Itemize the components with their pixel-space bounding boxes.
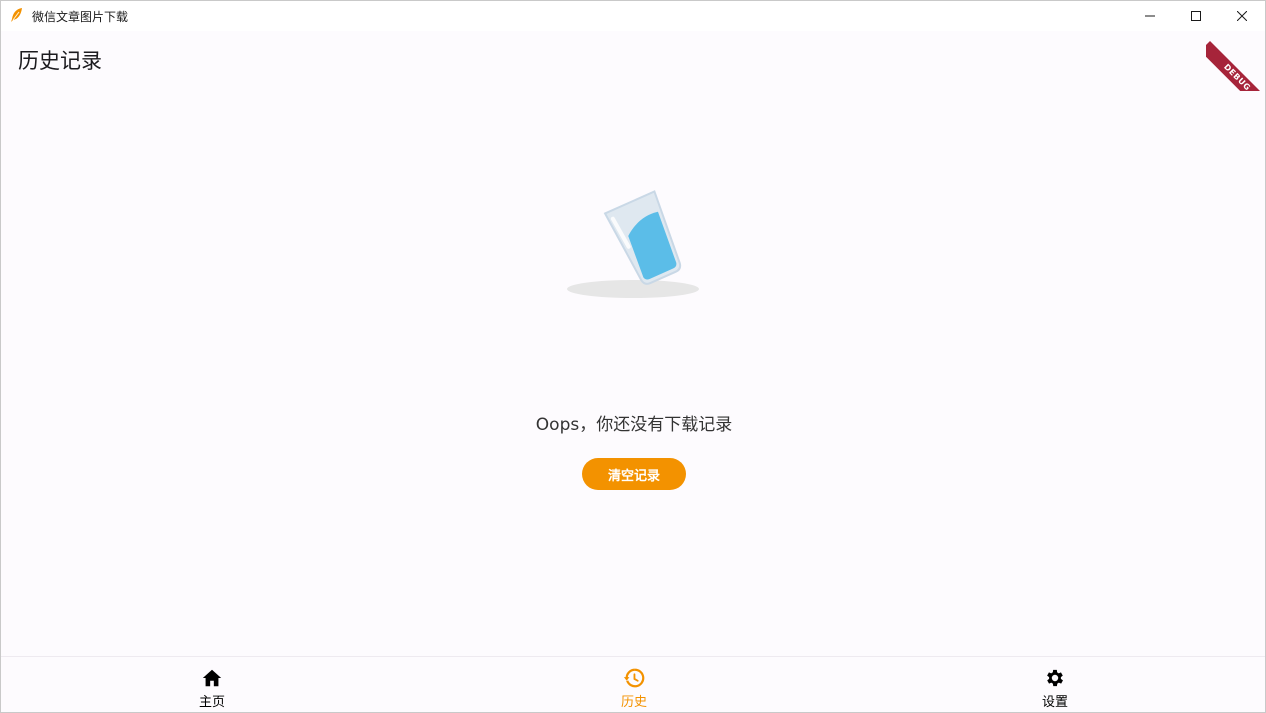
window-title: 微信文章图片下载 [32, 10, 129, 24]
nav-label-history: 历史 [620, 695, 647, 710]
history-icon [623, 668, 645, 688]
empty-message: Oops，你还没有下载记录 [535, 415, 733, 435]
maximize-icon [1191, 11, 1201, 21]
gear-icon [1047, 669, 1063, 687]
debug-banner: DEBUG [1206, 31, 1265, 91]
maximize-button[interactable] [1173, 1, 1219, 31]
minimize-icon [1145, 15, 1155, 17]
debug-banner-label: DEBUG [1206, 41, 1265, 91]
home-icon [202, 669, 222, 687]
tipped-glass-illustration [567, 190, 699, 298]
minimize-button[interactable] [1127, 1, 1173, 31]
nav-item-settings[interactable]: 设置 [985, 657, 1125, 712]
close-icon [1237, 11, 1247, 21]
page-title: 历史记录 [18, 49, 102, 73]
nav-label-home: 主页 [198, 695, 225, 710]
nav-item-home[interactable]: 主页 [142, 657, 282, 712]
close-button[interactable] [1219, 1, 1265, 31]
bottom-navigation: 主页 历史 设置 [1, 656, 1265, 712]
feather-icon [11, 8, 22, 22]
nav-label-settings: 设置 [1041, 695, 1068, 710]
app-window: 微信文章图片下载 历史记录 DEBUG Oops，你还没有下载记录 清空记录 主… [0, 0, 1266, 713]
clear-history-button[interactable]: 清空记录 [582, 458, 686, 490]
title-bar[interactable]: 微信文章图片下载 [1, 1, 1265, 31]
nav-item-history[interactable]: 历史 [564, 657, 704, 712]
